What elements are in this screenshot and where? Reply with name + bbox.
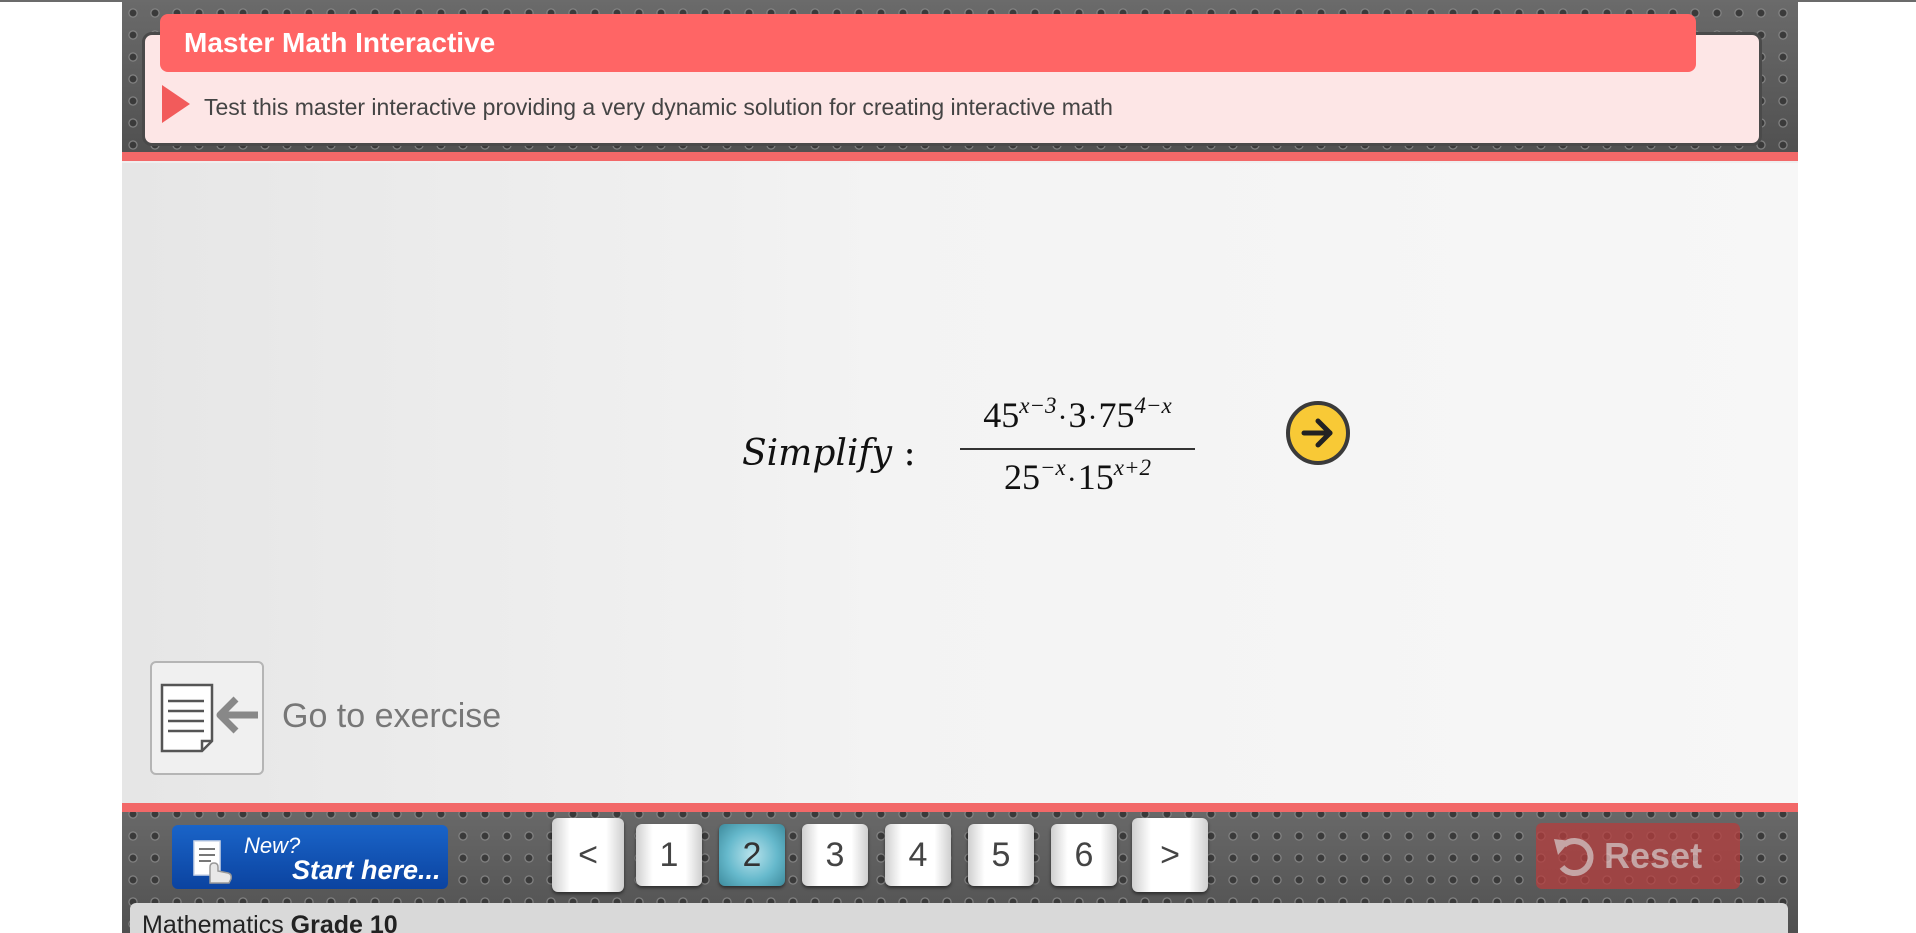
num-base-45: 45	[983, 395, 1020, 435]
simplify-label: Simplify :	[742, 433, 916, 474]
go-to-exercise-button[interactable]: Go to exercise	[150, 661, 510, 781]
simplify-colon: :	[903, 433, 916, 474]
reset-label: Reset	[1604, 835, 1703, 876]
page-6-button[interactable]: 6	[1051, 824, 1117, 886]
page-2-button[interactable]: 2	[719, 824, 785, 886]
reset-button[interactable]: Reset	[1536, 823, 1740, 889]
page-navigation: < 1 2 3 4 5 6 >	[552, 818, 1212, 892]
den-exponent-2: x+2	[1113, 455, 1151, 480]
undo-arrow-icon	[1554, 838, 1594, 877]
start-here-button[interactable]: New? Start here...	[172, 825, 448, 889]
den-exponent-1: −x	[1040, 455, 1066, 480]
grade-bar: Mathematics Grade 10	[130, 903, 1788, 933]
page-3-button[interactable]: 3	[802, 824, 868, 886]
footer-divider	[122, 803, 1798, 812]
page-5-button[interactable]: 5	[968, 824, 1034, 886]
page-title: Master Math Interactive	[184, 27, 496, 58]
num-base-75: 75	[1098, 395, 1135, 435]
den-base-25: 25	[1004, 457, 1041, 497]
fraction: 45x−3·3·754−x 25−x·15x+2	[960, 385, 1195, 505]
grade-label: Grade 10	[290, 911, 398, 933]
document-arrow-icon	[160, 683, 258, 753]
subject-label: Mathematics	[142, 911, 284, 933]
title-bar: Master Math Interactive	[160, 14, 1696, 72]
num-dot-2: ·	[1087, 401, 1098, 434]
go-to-exercise-icon-box	[150, 661, 264, 775]
header: Master Math Interactive Test this master…	[122, 2, 1798, 161]
fraction-line	[960, 448, 1195, 450]
prev-page-button[interactable]: <	[552, 818, 624, 892]
page-subtitle: Test this master interactive providing a…	[204, 94, 1113, 120]
page-1-button[interactable]: 1	[636, 824, 702, 886]
math-expression: Simplify : 45x−3·3·754−x 25−x·15x+2	[742, 385, 1262, 505]
num-exponent-1: x−3	[1019, 393, 1057, 418]
app-container: Master Math Interactive Test this master…	[122, 2, 1798, 933]
start-here-label: Start here...	[292, 855, 441, 885]
num-dot-1: ·	[1057, 401, 1068, 434]
play-triangle-icon	[162, 85, 190, 123]
arrow-right-circle-icon	[1301, 418, 1333, 448]
den-dot: ·	[1066, 463, 1077, 496]
next-step-button[interactable]	[1286, 401, 1350, 465]
grade-info: Mathematics Grade 10	[142, 911, 398, 933]
go-to-exercise-label: Go to exercise	[282, 697, 502, 735]
page-4-button[interactable]: 4	[885, 824, 951, 886]
num-factor-3: 3	[1068, 395, 1087, 435]
content-area: Simplify : 45x−3·3·754−x 25−x·15x+2 Go t…	[122, 163, 1798, 803]
num-exponent-2: 4−x	[1134, 393, 1172, 418]
numerator: 45x−3·3·754−x	[960, 393, 1195, 436]
footer-toolbar: New? Start here... < 1 2 3 4 5 6 > Reset…	[122, 803, 1798, 933]
den-base-15: 15	[1077, 457, 1114, 497]
simplify-word: Simplify	[742, 433, 893, 474]
next-page-button[interactable]: >	[1132, 818, 1208, 892]
denominator: 25−x·15x+2	[960, 455, 1195, 498]
touch-document-icon	[193, 840, 232, 884]
header-divider	[122, 152, 1798, 161]
